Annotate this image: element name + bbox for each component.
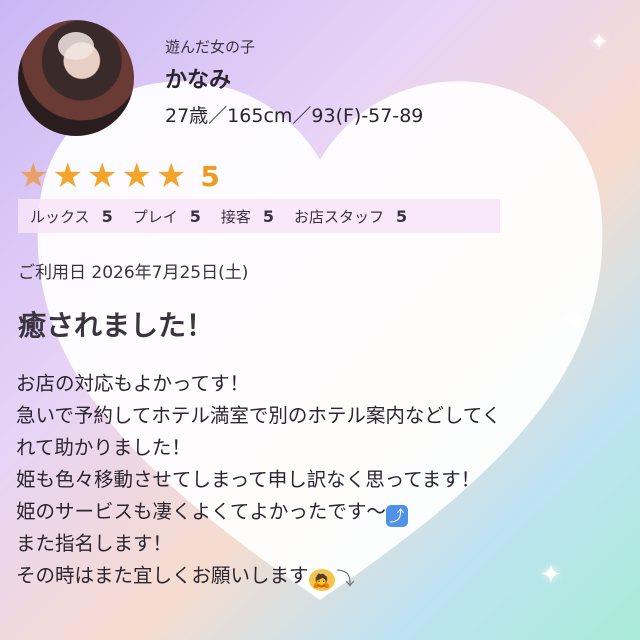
review-line: 急いで予約してホテル満室で別のホテル案内などしてく (16, 404, 502, 427)
review-card: 遊んだ女の子 かなみ 27歳／165cm／93(F)-57-89 ★ ★ ★ ★… (0, 0, 640, 640)
rating-item: プレイ 5 (133, 206, 201, 227)
review-line-text: その時はまた宜しくお願いします (16, 564, 309, 587)
rating-score: 5 (200, 159, 220, 193)
rating-item: ルックス 5 (30, 206, 113, 227)
bowing-person-icon: 🙇 (308, 569, 335, 591)
star-icon: ★ (18, 156, 49, 196)
reviewer-profile: 27歳／165cm／93(F)-57-89 (165, 105, 424, 127)
rating-item: 接客 5 (221, 206, 274, 227)
arrow-curving-down-icon: ⤵ (336, 569, 355, 590)
review-line: また指名します！ (16, 532, 173, 555)
star-icon: ★ (86, 156, 118, 196)
star-rating: ★ ★ ★ ★ ★ 5 (18, 156, 220, 196)
rating-item-label: ルックス (30, 207, 90, 226)
reviewer-name: かなみ (165, 68, 232, 93)
star-icon: ★ (52, 156, 83, 196)
rating-item: お店スタッフ 5 (294, 206, 407, 227)
rating-item-value: 5 (101, 206, 113, 226)
review-line: 姫のサービスも凄くよくてよかったです〜 ⤴ (16, 496, 636, 528)
review-line: お店の対応もよかってす！ (16, 372, 250, 395)
review-line-text: 姫のサービスも凄くよくてよかったです〜 (16, 500, 386, 523)
rating-item-label: プレイ (132, 207, 178, 226)
star-icon: ★ (155, 156, 187, 196)
star-icon: ★ (121, 156, 152, 196)
rating-breakdown: ルックス 5 プレイ 5 接客 5 お店スタッフ 5 (18, 199, 500, 233)
review-line: その時はまた宜しくお願いします 🙇 ⤵ (16, 560, 636, 592)
rating-item-value: 5 (189, 206, 201, 226)
rating-item-label: お店スタッフ (294, 207, 385, 226)
visit-date: ご利用日 2026年7月25日(土) (18, 263, 249, 283)
avatar (18, 20, 134, 136)
reviewer-label: 遊んだ女の子 (165, 38, 256, 56)
review-line: れて助かりました！ (16, 436, 191, 459)
arrow-up-icon: ⤴ (385, 505, 408, 527)
review-line: 姫も色々移動させてしまって申し訳なく思ってます！ (16, 468, 481, 491)
review-title: 癒されました！ (18, 309, 215, 342)
rating-item-value: 5 (396, 206, 408, 226)
rating-item-value: 5 (262, 206, 275, 226)
rating-item-label: 接客 (220, 207, 251, 226)
review-body: お店の対応もよかってす！ 急いで予約してホテル満室で別のホテル案内などしてく れ… (16, 368, 636, 592)
